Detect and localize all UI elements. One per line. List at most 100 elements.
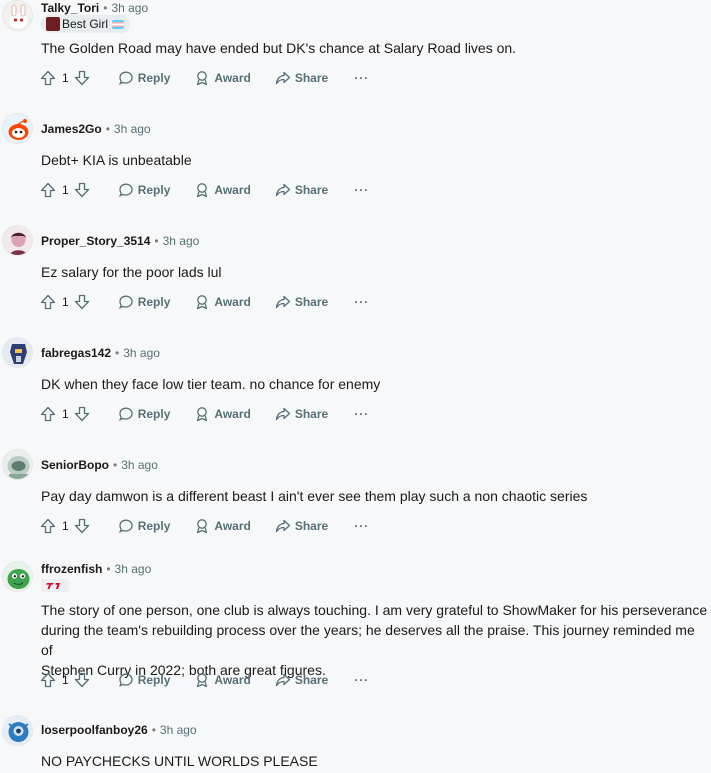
- share-icon: [275, 70, 291, 86]
- award-button[interactable]: Award: [194, 294, 251, 310]
- more-options-button[interactable]: ···: [354, 519, 369, 533]
- green-creature-avatar-icon[interactable]: [2, 561, 33, 592]
- comment-body: Ez salary for the poor lads lul: [41, 264, 222, 280]
- helmet-avatar-icon[interactable]: [2, 449, 33, 480]
- username[interactable]: fabregas142: [41, 346, 111, 360]
- t1-logo-icon: [41, 579, 69, 592]
- share-icon: [275, 406, 291, 422]
- upvote-icon[interactable]: [40, 294, 56, 310]
- share-icon: [275, 672, 291, 688]
- upvote-icon[interactable]: [40, 672, 56, 688]
- reply-icon: [118, 518, 134, 534]
- snoo-avatar-icon[interactable]: [2, 113, 33, 144]
- separator: •: [113, 458, 118, 472]
- share-button[interactable]: Share: [275, 182, 328, 198]
- more-options-button[interactable]: ···: [354, 407, 369, 421]
- share-button[interactable]: Share: [275, 406, 328, 422]
- timestamp[interactable]: 3h ago: [163, 234, 200, 248]
- more-options-button[interactable]: ···: [354, 71, 369, 85]
- robot-avatar-icon[interactable]: [2, 337, 33, 368]
- comment-body: DK when they face low tier team. no chan…: [41, 376, 381, 392]
- username[interactable]: ffrozenfish: [41, 562, 102, 576]
- bunny-avatar-icon[interactable]: [2, 0, 33, 31]
- share-label: Share: [294, 183, 329, 197]
- upvote-icon[interactable]: [40, 182, 56, 198]
- username[interactable]: Talky_Tori: [41, 1, 99, 15]
- trans-flag-icon: [112, 19, 125, 29]
- vote-score: 1: [62, 673, 69, 687]
- reply-button[interactable]: Reply: [118, 672, 170, 688]
- username[interactable]: SeniorBopo: [41, 458, 109, 472]
- share-button[interactable]: Share: [275, 518, 328, 534]
- award-label: Award: [214, 673, 251, 687]
- timestamp[interactable]: 3h ago: [123, 346, 160, 360]
- award-icon: [194, 294, 210, 310]
- more-options-button[interactable]: ···: [354, 673, 369, 687]
- downvote-icon[interactable]: [74, 406, 90, 422]
- award-button[interactable]: Award: [194, 406, 251, 422]
- award-button[interactable]: Award: [194, 182, 251, 198]
- award-label: Award: [214, 295, 251, 309]
- share-button[interactable]: Share: [275, 294, 328, 310]
- reply-button[interactable]: Reply: [118, 518, 171, 534]
- reply-button[interactable]: Reply: [118, 406, 170, 422]
- flair-text: Best Girl: [62, 17, 109, 31]
- upvote-icon[interactable]: [40, 518, 56, 534]
- share-label: Share: [294, 519, 329, 533]
- timestamp[interactable]: 3h ago: [160, 723, 197, 737]
- username[interactable]: loserpoolfanboy26: [41, 723, 148, 737]
- comment-body: Debt+ KIA is unbeatable: [41, 152, 192, 168]
- award-icon: [194, 518, 210, 534]
- comment-header: SeniorBopo • 3h ago: [41, 457, 158, 473]
- more-options-button[interactable]: ···: [354, 295, 369, 309]
- username[interactable]: Proper_Story_3514: [41, 234, 150, 248]
- comment-actions: 1 Reply Award Share ···: [40, 514, 369, 538]
- separator: •: [103, 1, 108, 15]
- comment-actions: 1 Reply Award Share ···: [40, 178, 369, 202]
- award-label: Award: [214, 71, 251, 85]
- vote-score: 1: [62, 71, 69, 85]
- blue-mascot-avatar-icon[interactable]: [2, 715, 33, 746]
- share-button[interactable]: Share: [275, 672, 328, 688]
- user-flair: Best Girl: [41, 15, 131, 33]
- share-icon: [275, 518, 291, 534]
- reply-label: Reply: [137, 519, 171, 533]
- separator: •: [105, 122, 110, 136]
- character-avatar-icon[interactable]: [2, 225, 33, 256]
- downvote-icon[interactable]: [74, 672, 90, 688]
- timestamp[interactable]: 3h ago: [121, 458, 158, 472]
- downvote-icon[interactable]: [74, 70, 90, 86]
- username[interactable]: James2Go: [41, 122, 102, 136]
- award-icon: [194, 406, 210, 422]
- reply-button[interactable]: Reply: [118, 182, 170, 198]
- vote-score: 1: [62, 519, 69, 533]
- award-button[interactable]: Award: [194, 70, 251, 86]
- award-button[interactable]: Award: [194, 672, 251, 688]
- downvote-icon[interactable]: [74, 182, 90, 198]
- comment-actions: 1 Reply Award Share ···: [40, 402, 369, 426]
- upvote-icon[interactable]: [40, 70, 56, 86]
- comment-header: fabregas142 • 3h ago: [41, 345, 160, 361]
- reply-button[interactable]: Reply: [118, 294, 170, 310]
- comment-body: NO PAYCHECKS UNTIL WORLDS PLEASE: [41, 753, 318, 769]
- timestamp[interactable]: 3h ago: [114, 122, 151, 136]
- comment-actions: 1 Reply Award Share ···: [40, 66, 369, 90]
- vote-group: 1: [40, 182, 90, 198]
- comment-body: The Golden Road may have ended but DK's …: [41, 40, 517, 56]
- timestamp[interactable]: 3h ago: [115, 562, 152, 576]
- upvote-icon[interactable]: [40, 406, 56, 422]
- share-label: Share: [294, 673, 329, 687]
- downvote-icon[interactable]: [74, 518, 90, 534]
- award-button[interactable]: Award: [194, 518, 251, 534]
- flair-image-icon: [46, 17, 60, 31]
- share-button[interactable]: Share: [275, 70, 328, 86]
- more-options-button[interactable]: ···: [354, 183, 369, 197]
- comment-header: James2Go • 3h ago: [41, 121, 151, 137]
- award-label: Award: [214, 519, 251, 533]
- downvote-icon[interactable]: [74, 294, 90, 310]
- timestamp[interactable]: 3h ago: [111, 1, 148, 15]
- reply-button[interactable]: Reply: [118, 70, 170, 86]
- vote-group: 1: [40, 294, 90, 310]
- share-label: Share: [294, 407, 329, 421]
- comment-actions: 1 Reply Award Share ···: [40, 290, 369, 314]
